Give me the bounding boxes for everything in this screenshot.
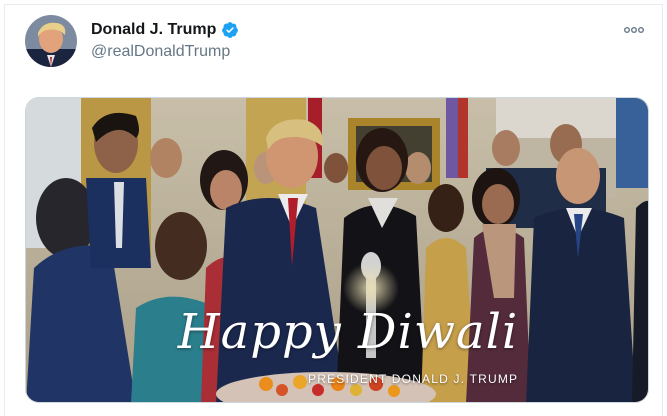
verified-badge-icon — [221, 21, 239, 39]
photo-scene — [26, 98, 648, 402]
avatar[interactable] — [25, 15, 77, 67]
more-dots-icon — [624, 27, 644, 33]
user-handle[interactable]: @realDonaldTrump — [91, 43, 230, 61]
display-name[interactable]: Donald J. Trump — [91, 21, 216, 39]
caption-subtitle: PRESIDENT DONALD J. TRUMP — [308, 372, 519, 386]
tweet-card: Donald J. Trump @realDonaldTrump Happy D… — [4, 4, 663, 416]
more-options-button[interactable] — [620, 21, 648, 39]
name-row: Donald J. Trump — [91, 21, 239, 39]
avatar-image — [25, 15, 77, 67]
tweet-photo[interactable]: Happy Diwali PRESIDENT DONALD J. TRUMP — [25, 97, 649, 403]
